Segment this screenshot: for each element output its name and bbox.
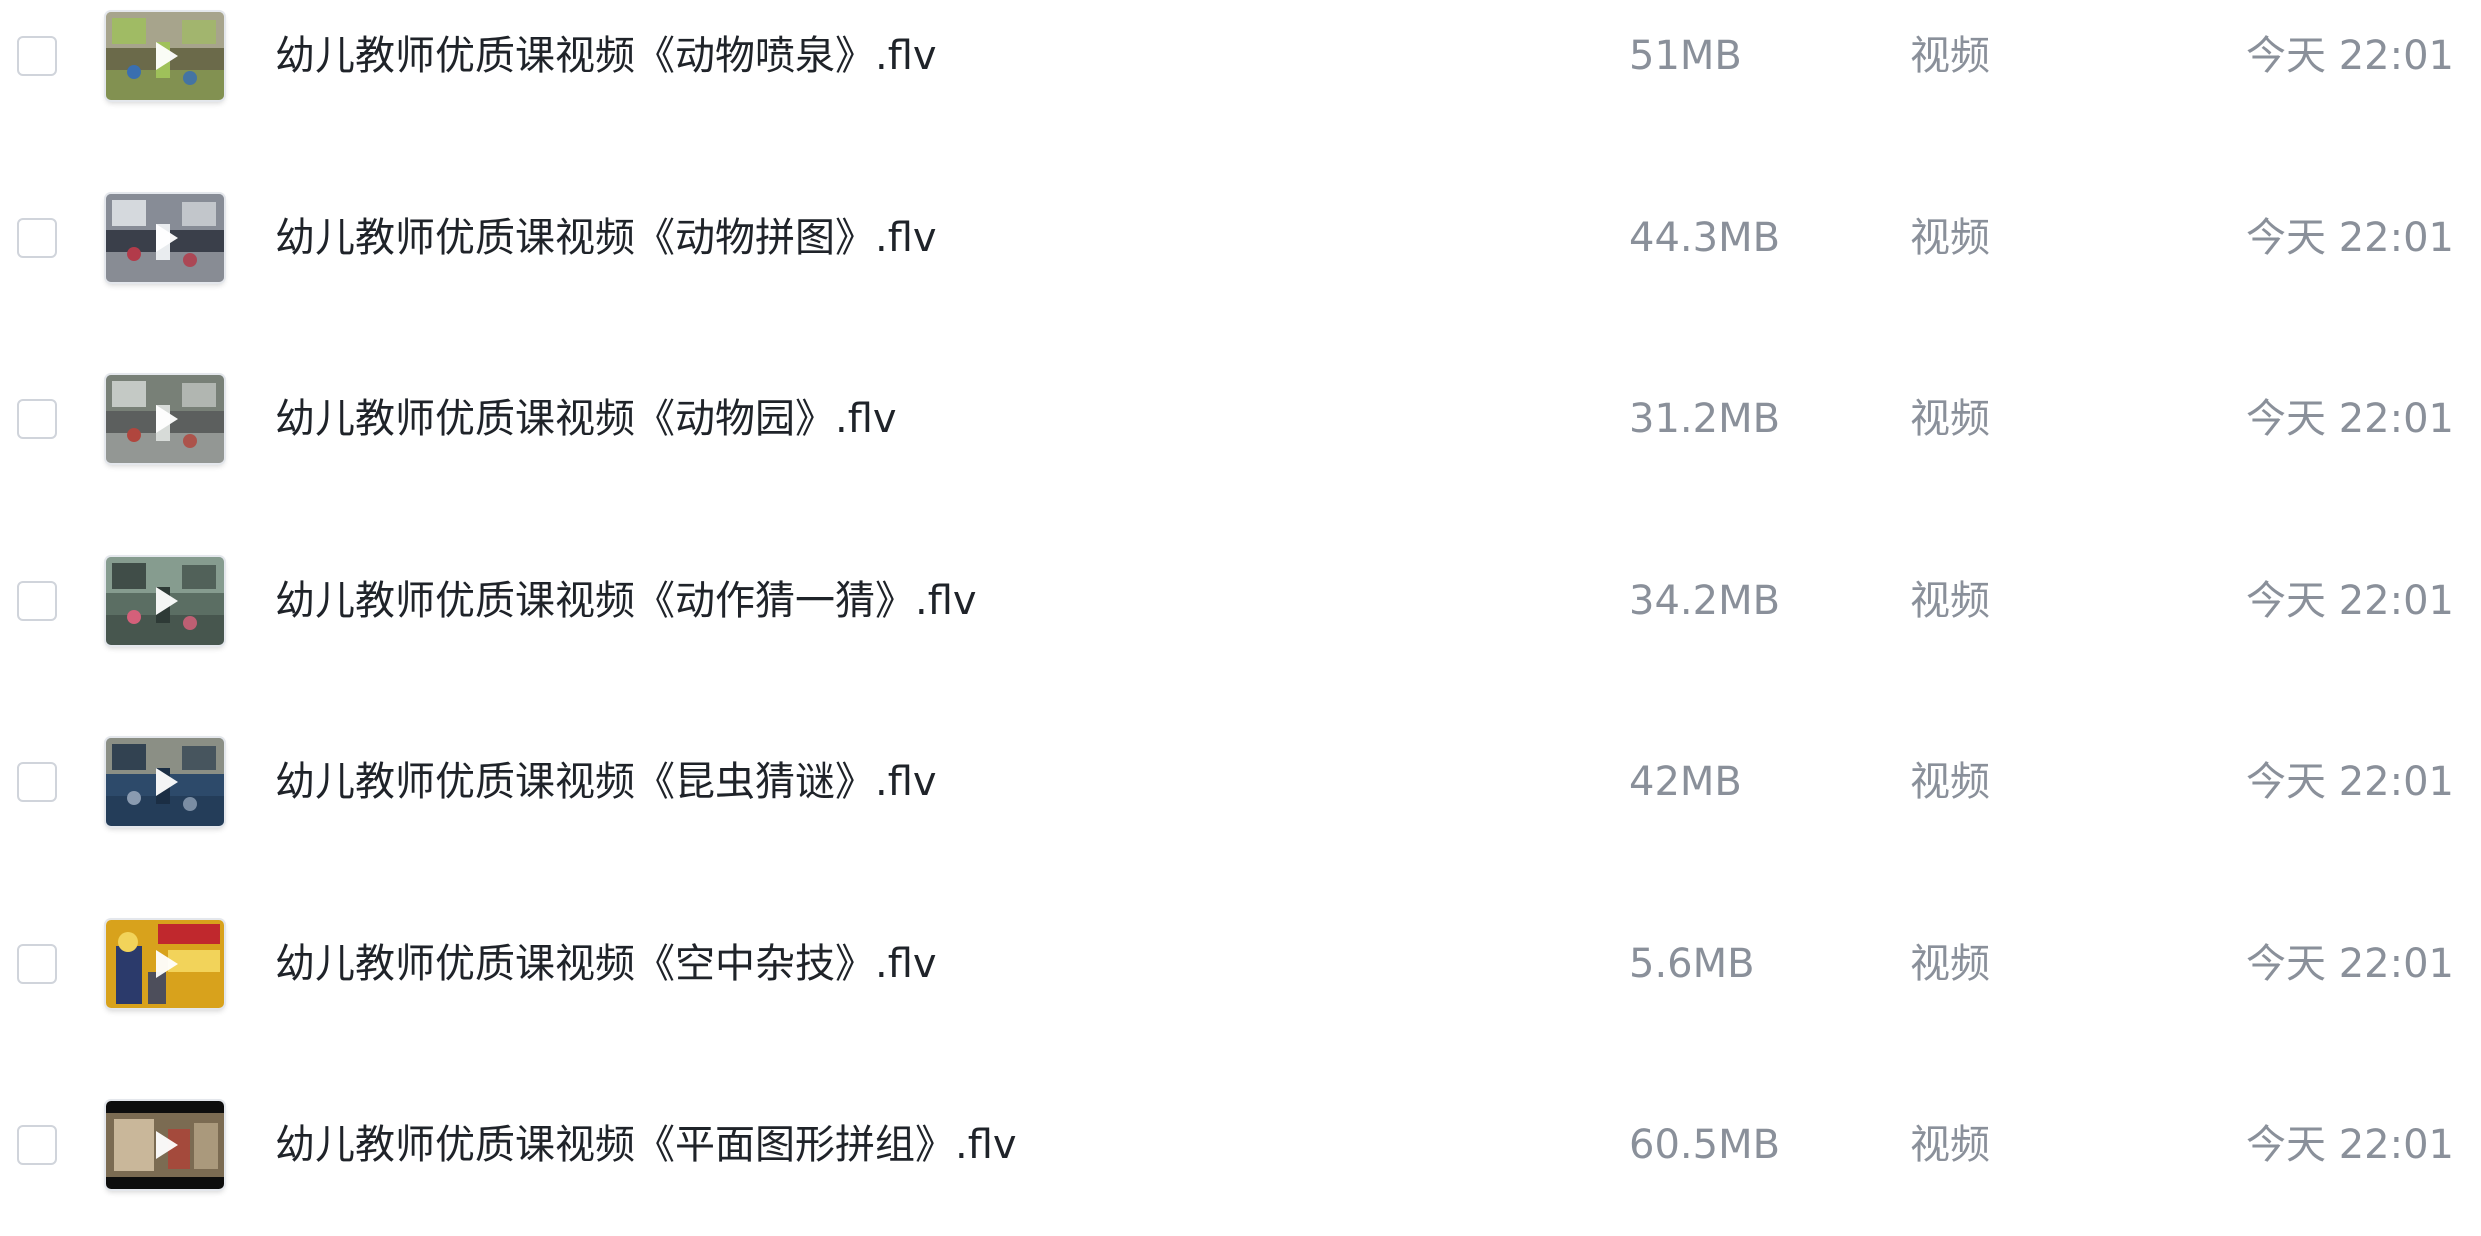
file-name[interactable]: 幼儿教师优质课视频《动物喷泉》.flv xyxy=(275,26,937,86)
modified-time: 今天 22:01 xyxy=(2246,1122,2454,1168)
file-row[interactable]: 幼儿教师优质课视频《动物园》.flv 31.2MB 视频 今天 22:01 xyxy=(0,329,2481,510)
modified-time: 今天 22:01 xyxy=(2246,33,2454,79)
file-type: 视频 xyxy=(1910,941,1990,987)
file-row[interactable]: 幼儿教师优质课视频《平面图形拼组》.flv 60.5MB 视频 今天 22:01 xyxy=(0,1055,2481,1236)
modified-time: 今天 22:01 xyxy=(2246,759,2454,805)
video-thumbnail-classroom-icon[interactable] xyxy=(106,557,224,645)
select-checkbox[interactable] xyxy=(17,218,57,258)
file-type: 视频 xyxy=(1910,759,1990,805)
file-row[interactable]: 幼儿教师优质课视频《动物拼图》.flv 44.3MB 视频 今天 22:01 xyxy=(0,148,2481,329)
select-checkbox[interactable] xyxy=(17,944,57,984)
file-name[interactable]: 幼儿教师优质课视频《动物拼图》.flv xyxy=(275,208,937,268)
file-name[interactable]: 幼儿教师优质课视频《平面图形拼组》.flv xyxy=(275,1115,1017,1175)
modified-time: 今天 22:01 xyxy=(2246,578,2454,624)
file-row[interactable]: 幼儿教师优质课视频《昆虫猜谜》.flv 42MB 视频 今天 22:01 xyxy=(0,692,2481,873)
file-size: 34.2MB xyxy=(1629,578,1781,624)
file-type: 视频 xyxy=(1910,396,1990,442)
file-type: 视频 xyxy=(1910,33,1990,79)
video-thumbnail-classroom-icon[interactable] xyxy=(106,738,224,826)
video-thumbnail-classroom-icon[interactable] xyxy=(106,375,224,463)
file-size: 51MB xyxy=(1629,33,1742,79)
file-size: 5.6MB xyxy=(1629,941,1755,987)
select-checkbox[interactable] xyxy=(17,36,57,76)
select-checkbox[interactable] xyxy=(17,762,57,802)
modified-time: 今天 22:01 xyxy=(2246,215,2454,261)
file-size: 42MB xyxy=(1629,759,1742,805)
video-thumbnail-poster-icon[interactable] xyxy=(106,920,224,1008)
video-thumbnail-classroom-icon[interactable] xyxy=(106,194,224,282)
video-thumbnail-letterbox-icon[interactable] xyxy=(106,1101,224,1189)
file-type: 视频 xyxy=(1910,1122,1990,1168)
file-name[interactable]: 幼儿教师优质课视频《动作猜一猜》.flv xyxy=(275,571,977,631)
modified-time: 今天 22:01 xyxy=(2246,396,2454,442)
file-size: 44.3MB xyxy=(1629,215,1781,261)
modified-time: 今天 22:01 xyxy=(2246,941,2454,987)
file-name[interactable]: 幼儿教师优质课视频《空中杂技》.flv xyxy=(275,934,937,994)
file-list: 幼儿教师优质课视频《动物喷泉》.flv 51MB 视频 今天 22:01 幼儿教师优质… xyxy=(0,0,2481,1212)
select-checkbox[interactable] xyxy=(17,1125,57,1165)
file-type: 视频 xyxy=(1910,215,1990,261)
file-size: 60.5MB xyxy=(1629,1122,1781,1168)
video-thumbnail-classroom-icon[interactable] xyxy=(106,12,224,100)
file-row[interactable]: 幼儿教师优质课视频《动物喷泉》.flv 51MB 视频 今天 22:01 xyxy=(0,0,2481,147)
file-size: 31.2MB xyxy=(1629,396,1781,442)
file-name[interactable]: 幼儿教师优质课视频《动物园》.flv xyxy=(275,389,897,449)
file-name[interactable]: 幼儿教师优质课视频《昆虫猜谜》.flv xyxy=(275,752,937,812)
file-type: 视频 xyxy=(1910,578,1990,624)
select-checkbox[interactable] xyxy=(17,581,57,621)
file-row[interactable]: 幼儿教师优质课视频《空中杂技》.flv 5.6MB 视频 今天 22:01 xyxy=(0,874,2481,1055)
file-row[interactable]: 幼儿教师优质课视频《动作猜一猜》.flv 34.2MB 视频 今天 22:01 xyxy=(0,511,2481,692)
select-checkbox[interactable] xyxy=(17,399,57,439)
